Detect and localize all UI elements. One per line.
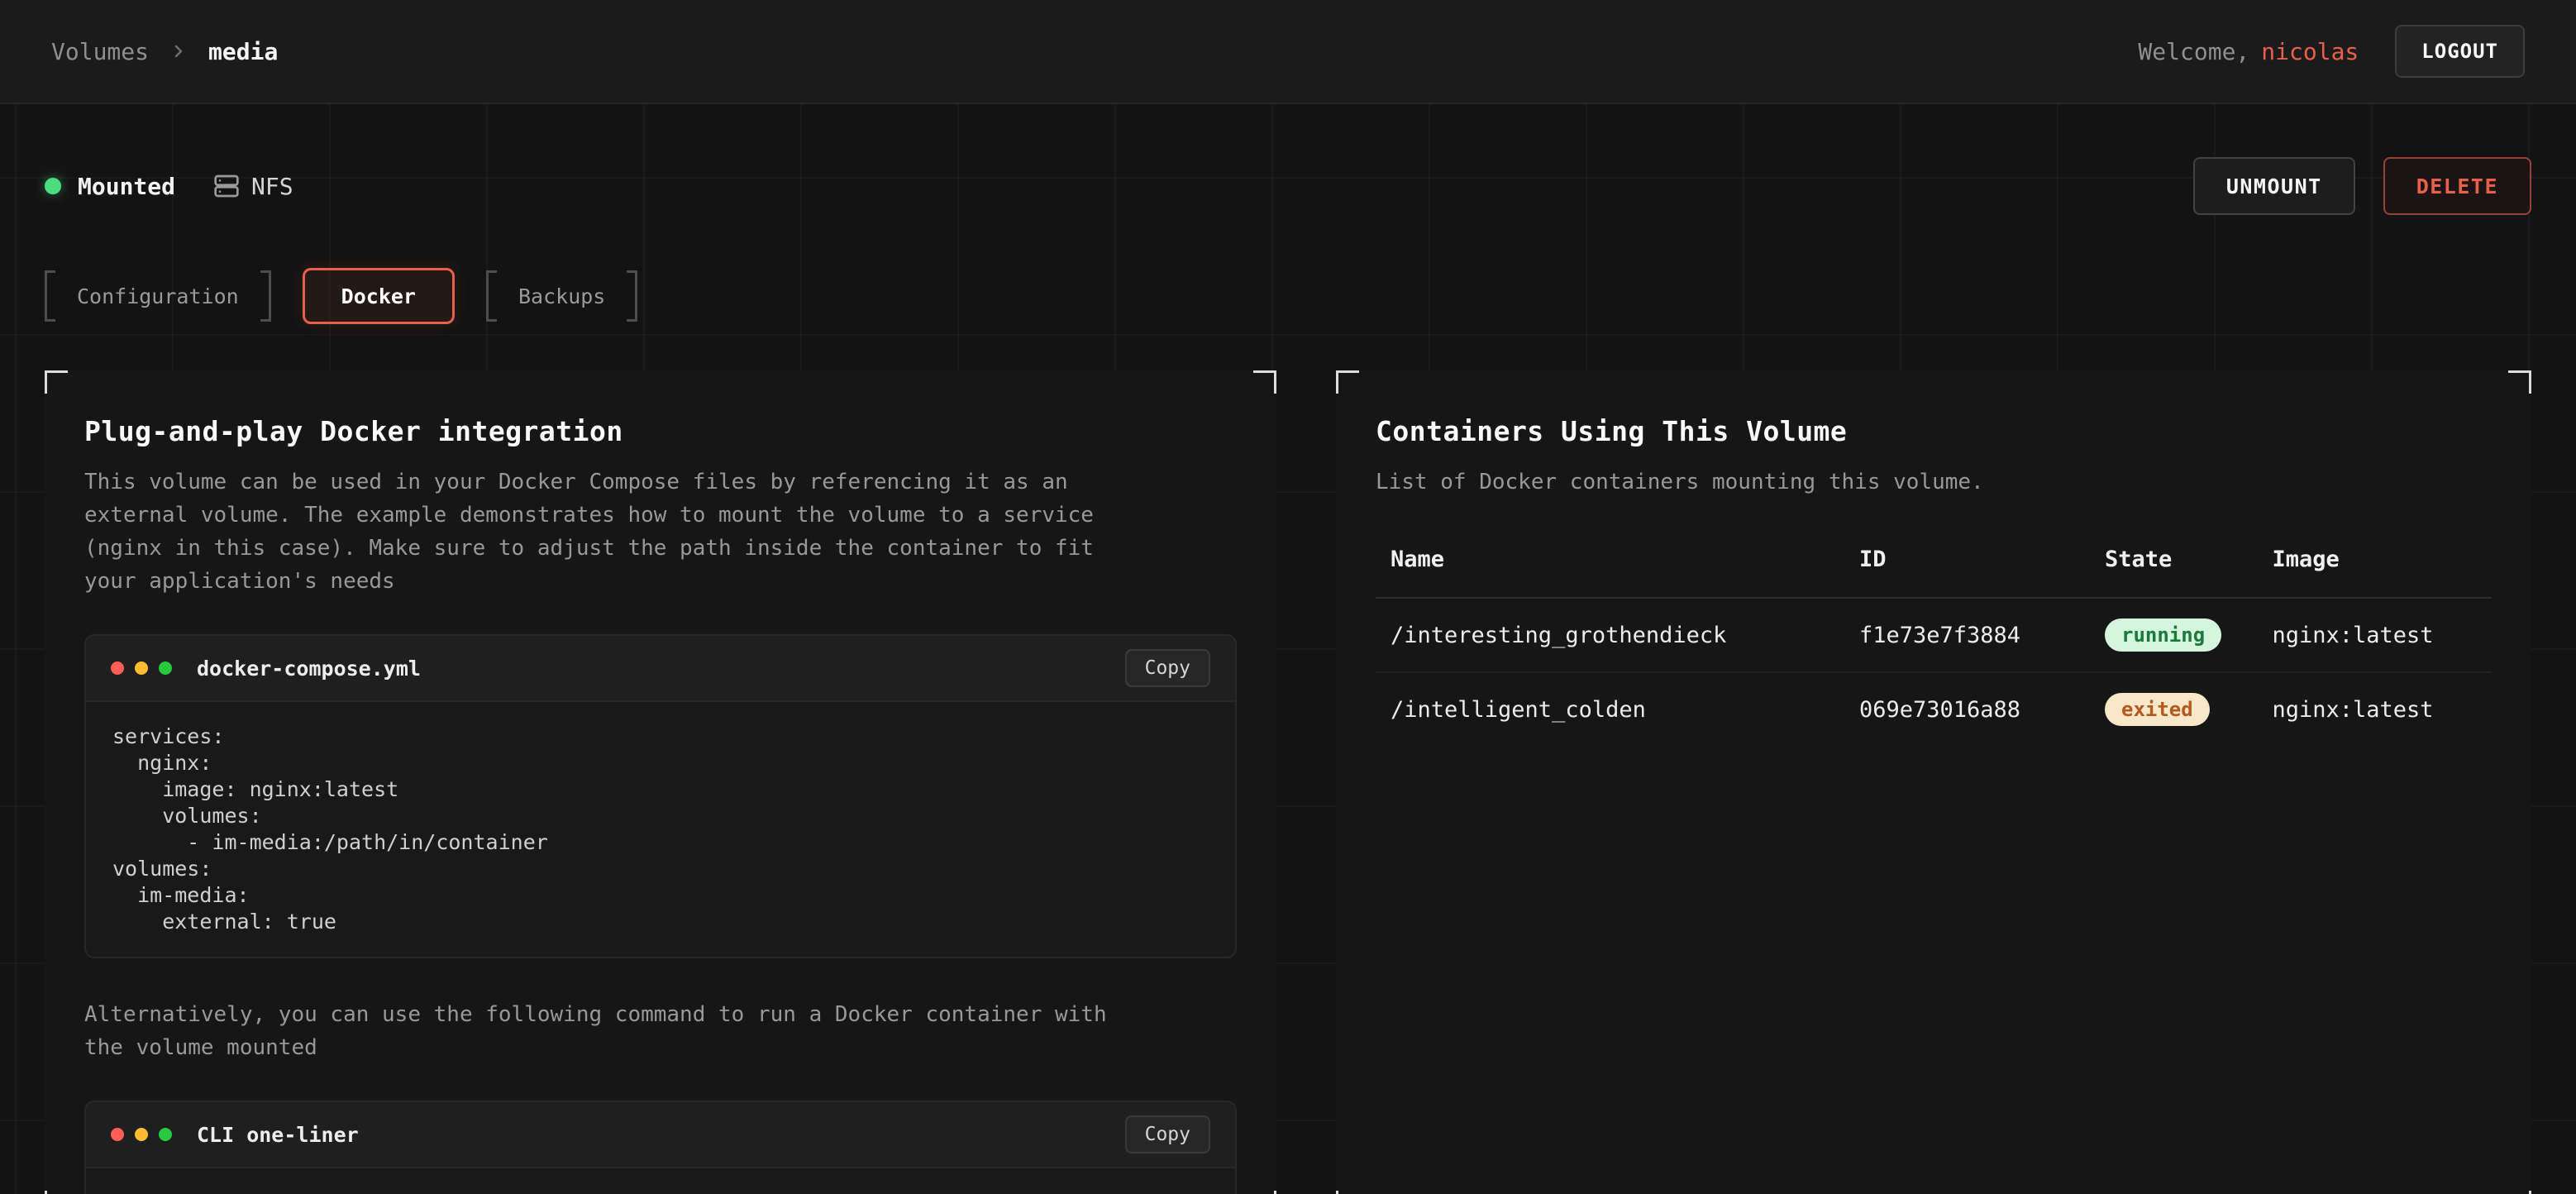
- chevron-right-icon: [169, 41, 188, 61]
- compose-filename: docker-compose.yml: [197, 657, 421, 681]
- bracket-right-icon: [260, 270, 271, 322]
- delete-button[interactable]: DELETE: [2383, 157, 2531, 215]
- docker-integration-panel: Plug-and-play Docker integration This vo…: [45, 370, 1276, 1194]
- container-id-cell: f1e73e7f3884: [1844, 598, 2090, 672]
- corner-bracket-top-left: [1336, 370, 1359, 394]
- tab-configuration-label: Configuration: [55, 270, 260, 322]
- table-row: /interesting_grothendieck f1e73e7f3884 r…: [1376, 598, 2492, 672]
- volume-actions: UNMOUNT DELETE: [2193, 157, 2531, 215]
- mounted-status-dot-icon: [45, 178, 61, 194]
- status-badge: exited: [2105, 693, 2210, 726]
- corner-bracket-bottom-left: [45, 1191, 68, 1194]
- window-dot-green-icon: [159, 661, 172, 675]
- copy-compose-button[interactable]: Copy: [1125, 649, 1210, 687]
- container-name-cell: /interesting_grothendieck: [1376, 598, 1844, 672]
- corner-bracket-top-right: [2508, 370, 2531, 394]
- volume-type: NFS: [213, 173, 293, 200]
- volume-status: Mounted NFS: [45, 173, 293, 200]
- docker-panel-title: Plug-and-play Docker integration: [84, 415, 1237, 447]
- column-header-image: Image: [2258, 547, 2493, 598]
- main-content: Mounted NFS UNMOUNT DELETE Configuration…: [0, 157, 2576, 1194]
- nfs-label: NFS: [251, 173, 293, 200]
- username: nicolas: [2261, 38, 2359, 65]
- copy-cli-button[interactable]: Copy: [1125, 1115, 1210, 1153]
- container-name-cell: /intelligent_colden: [1376, 672, 1844, 746]
- container-image-cell: nginx:latest: [2258, 598, 2493, 672]
- container-image-cell: nginx:latest: [2258, 672, 2493, 746]
- logout-button[interactable]: LOGOUT: [2395, 25, 2525, 78]
- tab-backups[interactable]: Backups: [486, 270, 637, 322]
- cli-code-header: CLI one-liner Copy: [86, 1102, 1235, 1168]
- compose-code: services: nginx: image: nginx:latest vol…: [86, 702, 1235, 957]
- cli-intro-text: Alternatively, you can use the following…: [84, 998, 1151, 1064]
- window-dot-red-icon: [111, 661, 124, 675]
- corner-bracket-bottom-left: [1336, 1191, 1359, 1194]
- tab-bar: Configuration Docker Backups: [45, 268, 2531, 324]
- mac-window-dots-icon: [111, 1128, 172, 1141]
- server-icon: [213, 173, 240, 199]
- cli-filename: CLI one-liner: [197, 1123, 359, 1147]
- containers-panel: Containers Using This Volume List of Doc…: [1336, 370, 2531, 1194]
- container-state-cell: running: [2090, 598, 2258, 672]
- containers-panel-subtitle: List of Docker containers mounting this …: [1376, 466, 2442, 499]
- column-header-id: ID: [1844, 547, 2090, 598]
- compose-code-header: docker-compose.yml Copy: [86, 636, 1235, 702]
- mounted-status-label: Mounted: [78, 173, 175, 200]
- volume-status-row: Mounted NFS UNMOUNT DELETE: [45, 157, 2531, 215]
- top-bar-right: Welcome, nicolas LOGOUT: [2138, 25, 2525, 78]
- welcome-prefix: Welcome,: [2138, 38, 2249, 65]
- column-header-state: State: [2090, 547, 2258, 598]
- container-id-cell: 069e73016a88: [1844, 672, 2090, 746]
- bracket-left-icon: [45, 270, 55, 322]
- compose-code-card: docker-compose.yml Copy services: nginx:…: [84, 634, 1237, 958]
- corner-bracket-top-left: [45, 370, 68, 394]
- window-dot-green-icon: [159, 1128, 172, 1141]
- tab-docker-label: Docker: [341, 284, 416, 308]
- cli-code-card: CLI one-liner Copy docker run -v im-medi…: [84, 1101, 1237, 1194]
- window-dot-yellow-icon: [135, 1128, 148, 1141]
- cli-code: docker run -v im-media:/path/in/containe…: [86, 1168, 1235, 1194]
- welcome-text: Welcome, nicolas: [2138, 38, 2359, 65]
- bracket-right-icon: [627, 270, 637, 322]
- breadcrumb: Volumes media: [51, 38, 278, 65]
- bracket-left-icon: [486, 270, 497, 322]
- tab-configuration[interactable]: Configuration: [45, 270, 271, 322]
- containers-table: Name ID State Image /interesting_grothen…: [1376, 547, 2492, 746]
- window-dot-yellow-icon: [135, 661, 148, 675]
- tab-backups-label: Backups: [497, 270, 627, 322]
- corner-bracket-top-right: [1253, 370, 1276, 394]
- containers-panel-title: Containers Using This Volume: [1376, 415, 2492, 447]
- corner-bracket-bottom-right: [2508, 1191, 2531, 1194]
- panels-row: Plug-and-play Docker integration This vo…: [45, 370, 2531, 1194]
- mac-window-dots-icon: [111, 661, 172, 675]
- breadcrumb-volumes[interactable]: Volumes: [51, 38, 149, 65]
- window-dot-red-icon: [111, 1128, 124, 1141]
- column-header-name: Name: [1376, 547, 1844, 598]
- container-state-cell: exited: [2090, 672, 2258, 746]
- table-row: /intelligent_colden 069e73016a88 exited …: [1376, 672, 2492, 746]
- corner-bracket-bottom-right: [1253, 1191, 1276, 1194]
- tab-docker[interactable]: Docker: [303, 268, 455, 324]
- docker-panel-description: This volume can be used in your Docker C…: [84, 466, 1151, 598]
- unmount-button[interactable]: UNMOUNT: [2193, 157, 2355, 215]
- breadcrumb-current: media: [208, 38, 278, 65]
- status-badge: running: [2105, 618, 2221, 652]
- top-bar: Volumes media Welcome, nicolas LOGOUT: [0, 0, 2576, 104]
- table-header-row: Name ID State Image: [1376, 547, 2492, 598]
